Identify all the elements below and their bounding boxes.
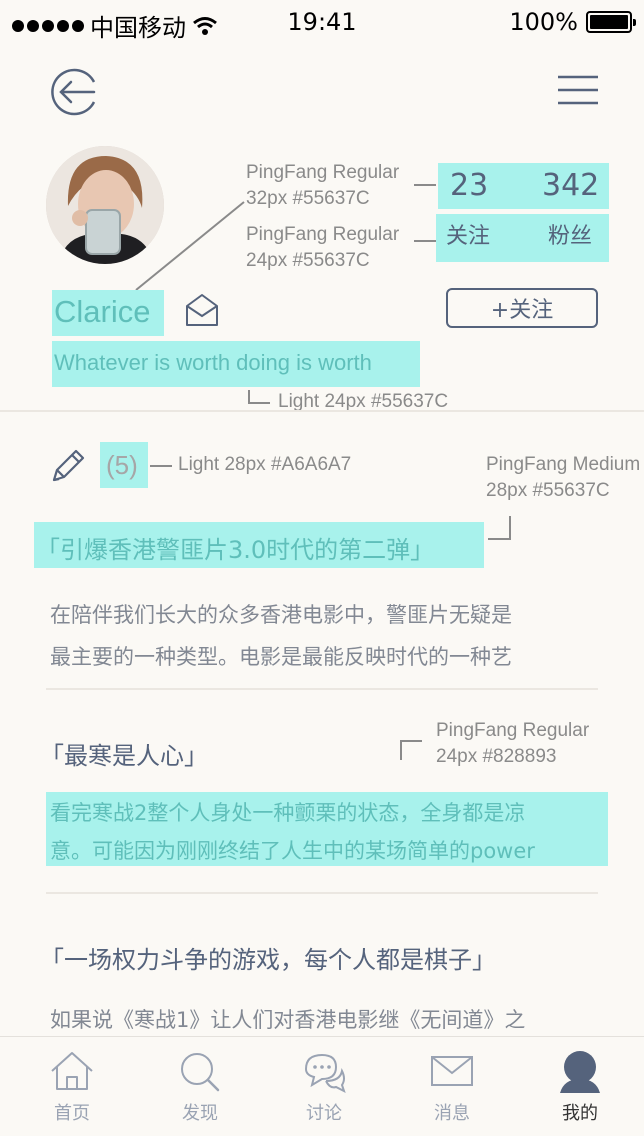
back-icon[interactable] xyxy=(48,68,100,116)
pencil-icon[interactable] xyxy=(48,446,88,486)
article-title[interactable]: 「一场权力斗争的游戏，每个人都是棋子」 xyxy=(40,940,496,975)
annotation-stat-label: PingFang Regular 24px #55637C xyxy=(246,224,400,271)
tab-discuss[interactable]: 讨论 xyxy=(274,1049,374,1125)
tab-bar: 首页 发现 讨论 消息 我的 xyxy=(0,1036,644,1136)
menu-icon[interactable] xyxy=(556,74,600,106)
stat-follow-count[interactable]: 23 xyxy=(450,168,488,203)
article-title[interactable]: 「最寒是人心」 xyxy=(40,736,208,771)
stat-fans-count[interactable]: 342 xyxy=(542,168,599,203)
article-title[interactable]: 「引爆香港警匪片3.0时代的第二弹」 xyxy=(36,530,434,565)
guide-diagonal xyxy=(135,201,245,291)
search-icon xyxy=(181,1053,220,1092)
annotation-title: PingFang Medium 28px #55637C xyxy=(486,454,641,501)
stat-follow-label[interactable]: 关注 xyxy=(446,218,490,250)
guide-line xyxy=(400,740,422,742)
status-bar: 中国移动 19:41 100% xyxy=(0,0,644,46)
tab-discover[interactable]: 发现 xyxy=(150,1049,250,1125)
user-icon xyxy=(560,1051,600,1093)
tab-me[interactable]: 我的 xyxy=(530,1049,630,1125)
guide-line xyxy=(400,740,402,760)
tab-home[interactable]: 首页 xyxy=(22,1049,122,1125)
annotation-count: Light 28px #A6A6A7 xyxy=(178,454,352,475)
annotation-stat-count: PingFang Regular 32px #55637C xyxy=(246,162,400,209)
article-excerpt[interactable]: 看完寒战2整个人身处一种颤栗的状态，全身都是凉 意。可能因为刚刚终结了人生中的某… xyxy=(50,794,535,870)
guide-line xyxy=(509,516,511,540)
article-count: (5) xyxy=(106,450,138,480)
profile-divider xyxy=(0,410,644,412)
chat-icon xyxy=(304,1053,346,1093)
annotation-body: PingFang Regular 24px #828893 xyxy=(436,720,590,767)
article-divider xyxy=(46,892,598,894)
message-icon[interactable] xyxy=(184,292,220,328)
battery-percent: 100% xyxy=(509,8,578,36)
guide-line xyxy=(150,465,172,467)
mail-icon xyxy=(431,1056,473,1086)
battery: 100% xyxy=(509,8,636,36)
profile-name: Clarice xyxy=(54,294,151,329)
guide-line xyxy=(248,402,270,404)
article-excerpt[interactable]: 如果说《寒战1》让人们对香港电影继《无间道》之 xyxy=(50,1002,525,1038)
article-excerpt[interactable]: 在陪伴我们长大的众多香港电影中，警匪片无疑是 最主要的一种类型。电影是最能反映时… xyxy=(50,594,512,678)
tab-messages[interactable]: 消息 xyxy=(402,1049,502,1125)
guide-line xyxy=(488,538,511,540)
guide-line xyxy=(414,184,436,186)
profile-bio: Whatever is worth doing is worth xyxy=(54,350,372,375)
stat-fans-label[interactable]: 粉丝 xyxy=(548,218,592,250)
battery-icon xyxy=(586,11,636,33)
article-divider xyxy=(46,688,598,690)
home-icon xyxy=(51,1052,93,1090)
guide-line xyxy=(414,240,436,242)
follow-button[interactable]: +关注 xyxy=(446,288,598,328)
